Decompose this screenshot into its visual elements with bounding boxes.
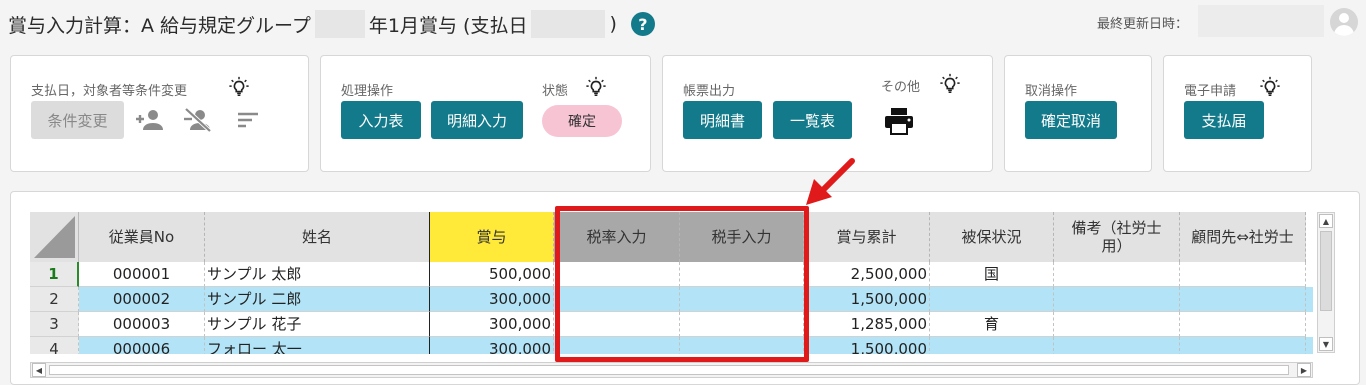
scroll-up-icon[interactable]: ▲ (1319, 214, 1333, 228)
col-header-bonus-cumulative[interactable]: 賞与累計 (804, 212, 930, 262)
row-number[interactable]: 4 (30, 337, 79, 354)
redacted-date (531, 10, 606, 38)
list-button[interactable]: 一覧表 (773, 101, 852, 139)
e-application-label: 電子申請 (1184, 84, 1237, 99)
note-cell[interactable] (1054, 262, 1180, 287)
cancel-confirm-button[interactable]: 確定取消 (1025, 101, 1117, 139)
client-note-cell[interactable] (1180, 337, 1306, 354)
col-header-employee-no[interactable]: 従業員No (79, 212, 205, 262)
last-updated-label: 最終更新日時： (1097, 17, 1189, 32)
employee-no-cell[interactable]: 000003 (79, 312, 205, 337)
note-cell[interactable] (1054, 287, 1180, 312)
insured-status-cell[interactable]: 国 (930, 262, 1054, 287)
client-note-cell[interactable] (1180, 312, 1306, 337)
bonus-cumulative-cell[interactable]: 1,500,000 (804, 337, 930, 354)
bonus-cell[interactable]: 300,000 (430, 287, 554, 312)
sort-icon[interactable] (236, 110, 260, 130)
col-header-note-sharoushi[interactable]: 備考（社労士用） (1054, 212, 1180, 262)
processing-panel: 処理操作 状態 入力表 明細入力 確定 (320, 55, 651, 172)
note-cell[interactable] (1054, 312, 1180, 337)
insured-status-cell[interactable]: 育 (930, 312, 1054, 337)
note-cell[interactable] (1054, 337, 1180, 354)
title-prefix: 賞与入力計算：A 給与規定グループ (8, 14, 311, 37)
input-table-button[interactable]: 入力表 (341, 101, 421, 139)
client-note-cell[interactable] (1180, 262, 1306, 287)
printer-icon[interactable] (883, 107, 915, 135)
title-mid: 年1月賞与 (支払日 (368, 14, 528, 37)
other-label: その他 (881, 80, 921, 95)
bulb-icon[interactable] (228, 76, 250, 98)
vertical-scroll-thumb[interactable] (1320, 231, 1332, 311)
conditions-panel: 支払日，対象者等条件変更 条件変更 (10, 55, 309, 172)
status-badge: 確定 (542, 105, 622, 137)
person-remove-icon[interactable] (181, 107, 213, 133)
insured-status-cell[interactable] (930, 337, 1054, 354)
bulb-icon[interactable] (939, 73, 961, 95)
annotation-arrow-icon (806, 158, 855, 205)
title-suffix: ) (609, 13, 617, 35)
scroll-left-icon[interactable]: ◀ (32, 363, 46, 377)
detail-input-button[interactable]: 明細入力 (431, 101, 523, 139)
horizontal-scrollbar[interactable]: ◀ ▶ (30, 362, 1313, 378)
name-cell[interactable]: フォロー 太一 (205, 337, 430, 354)
insured-status-cell[interactable] (930, 287, 1054, 312)
avatar-icon[interactable] (1330, 8, 1358, 36)
e-application-panel: 電子申請 支払届 (1163, 55, 1312, 172)
col-header-insured-status[interactable]: 被保状況 (930, 212, 1054, 262)
statement-button[interactable]: 明細書 (683, 101, 762, 139)
bonus-cell[interactable]: 300,000 (430, 337, 554, 354)
row-number[interactable]: 1 (30, 262, 79, 287)
name-cell[interactable]: サンプル 太郎 (205, 262, 430, 287)
employee-no-cell[interactable]: 000002 (79, 287, 205, 312)
employee-no-cell[interactable]: 000001 (79, 262, 205, 287)
bulb-icon[interactable] (585, 76, 607, 98)
row-number[interactable]: 3 (30, 312, 79, 337)
help-icon[interactable]: ? (630, 12, 655, 36)
status-label: 状態 (542, 84, 569, 99)
client-note-cell[interactable] (1180, 287, 1306, 312)
horizontal-scroll-thumb[interactable] (49, 365, 1289, 375)
payment-report-button[interactable]: 支払届 (1184, 101, 1264, 139)
col-header-client-sharoushi[interactable]: 顧問先⇔社労士 (1180, 212, 1306, 262)
redacted-updated-time (1198, 5, 1324, 37)
page-title: 賞与入力計算：A 給与規定グループ 年1月賞与 (支払日 ) ? (8, 8, 655, 40)
person-add-icon[interactable] (134, 108, 164, 132)
change-conditions-button[interactable]: 条件変更 (31, 101, 124, 139)
conditions-label: 支払日，対象者等条件変更 (31, 84, 188, 99)
col-header-bonus[interactable]: 賞与 (430, 212, 554, 262)
bonus-cumulative-cell[interactable]: 2,500,000 (804, 262, 930, 287)
processing-label: 処理操作 (341, 84, 394, 99)
employee-no-cell[interactable]: 000006 (79, 337, 205, 354)
scroll-down-icon[interactable]: ▼ (1319, 337, 1333, 351)
bonus-cumulative-cell[interactable]: 1,500,000 (804, 287, 930, 312)
row-number[interactable]: 2 (30, 287, 79, 312)
redacted-year (314, 10, 365, 38)
cancel-label: 取消操作 (1025, 84, 1078, 99)
col-header-name[interactable]: 姓名 (205, 212, 430, 262)
name-cell[interactable]: サンプル 二郎 (205, 287, 430, 312)
name-cell[interactable]: サンプル 花子 (205, 312, 430, 337)
bonus-cell[interactable]: 500,000 (430, 262, 554, 287)
bulb-icon[interactable] (1259, 76, 1281, 98)
bonus-cell[interactable]: 300,000 (430, 312, 554, 337)
scroll-right-icon[interactable]: ▶ (1297, 363, 1311, 377)
reports-label: 帳票出力 (683, 84, 736, 99)
vertical-scrollbar[interactable]: ▲ ▼ (1317, 212, 1335, 353)
grid-corner[interactable] (30, 212, 79, 262)
cancel-panel: 取消操作 確定取消 (1004, 55, 1152, 172)
highlight-box (555, 206, 809, 362)
bonus-cumulative-cell[interactable]: 1,285,000 (804, 312, 930, 337)
